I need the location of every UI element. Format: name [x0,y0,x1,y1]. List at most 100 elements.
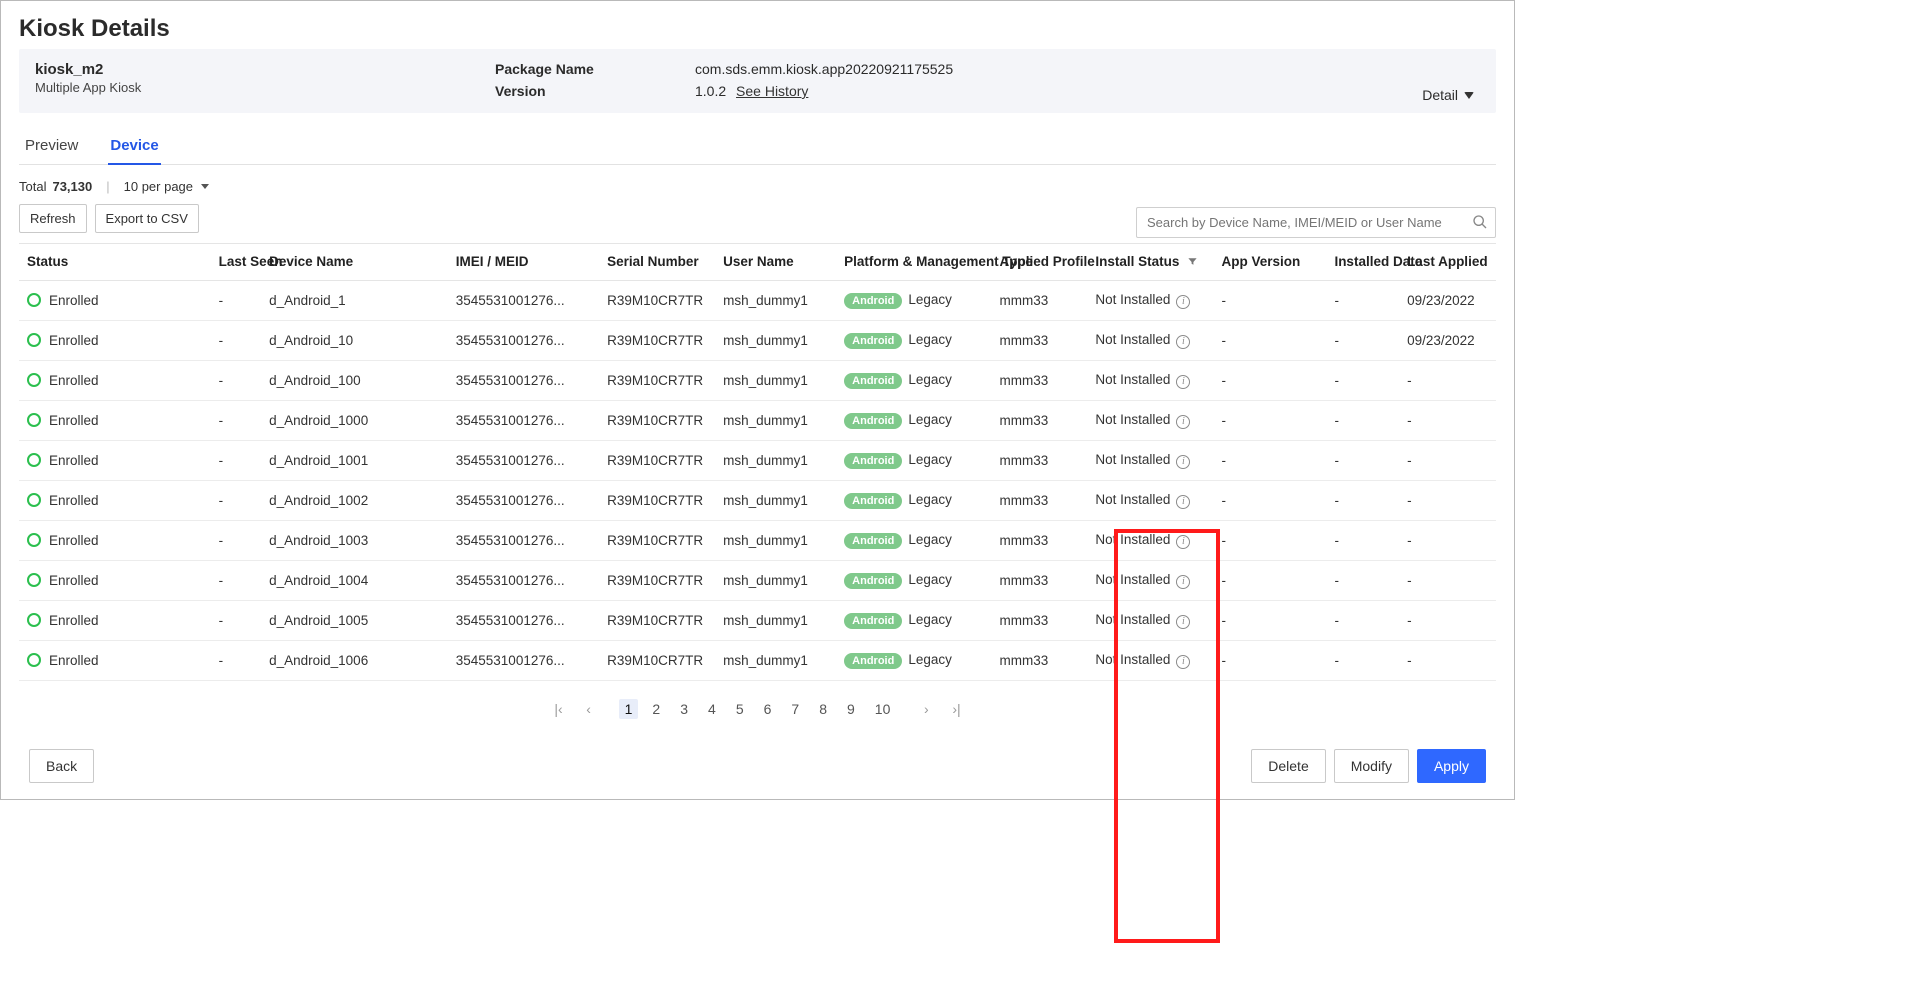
export-csv-button[interactable]: Export to CSV [95,204,199,233]
table-row[interactable]: Enrolled-d_Android_10053545531001276...R… [19,600,1496,640]
table-row[interactable]: Enrolled-d_Android_1003545531001276...R3… [19,360,1496,400]
pagination: |‹ ‹ 123456789 10 › ›| [19,699,1496,719]
search-input[interactable] [1136,207,1496,238]
info-icon[interactable]: i [1176,415,1190,429]
table-row[interactable]: Enrolled-d_Android_10033545531001276...R… [19,520,1496,560]
cell-app-version: - [1213,440,1326,480]
table-row[interactable]: Enrolled-d_Android_13545531001276...R39M… [19,280,1496,320]
per-page-dropdown[interactable]: 10 per page [124,179,209,194]
info-icon[interactable]: i [1176,495,1190,509]
col-device-name[interactable]: Device Name [261,244,448,281]
modify-button[interactable]: Modify [1334,749,1409,783]
table-row[interactable]: Enrolled-d_Android_10003545531001276...R… [19,400,1496,440]
tab-device[interactable]: Device [108,131,160,164]
col-installed-date[interactable]: Installed Date [1326,244,1399,281]
cell-app-version: - [1213,400,1326,440]
status-text: Enrolled [49,573,99,588]
cell-profile: mmm33 [992,560,1088,600]
cell-imei: 3545531001276... [448,520,599,560]
cell-installed-date: - [1326,440,1399,480]
cell-device-name: d_Android_1 [261,280,448,320]
col-app-version[interactable]: App Version [1213,244,1326,281]
table-row[interactable]: Enrolled-d_Android_10013545531001276...R… [19,440,1496,480]
status-indicator-icon [27,493,41,507]
page-7[interactable]: 7 [785,699,805,719]
page-next[interactable]: › [916,699,936,719]
col-status[interactable]: Status [19,244,211,281]
filter-icon[interactable] [1187,255,1198,270]
col-install-status[interactable]: Install Status [1087,244,1213,281]
cell-last-seen: - [211,400,261,440]
delete-button[interactable]: Delete [1251,749,1325,783]
info-icon[interactable]: i [1176,335,1190,349]
info-icon[interactable]: i [1176,535,1190,549]
cell-imei: 3545531001276... [448,640,599,680]
chevron-down-icon [201,184,209,189]
page-10[interactable]: 10 [869,699,897,719]
status-indicator-icon [27,453,41,467]
page-title: Kiosk Details [19,15,1496,43]
cell-profile: mmm33 [992,400,1088,440]
cell-device-name: d_Android_1002 [261,480,448,520]
col-imei[interactable]: IMEI / MEID [448,244,599,281]
back-button[interactable]: Back [29,749,94,783]
status-indicator-icon [27,293,41,307]
tab-preview[interactable]: Preview [23,131,80,164]
status-text: Enrolled [49,413,99,428]
cell-last-applied: - [1399,400,1496,440]
cell-platform: AndroidLegacy [836,280,991,320]
refresh-button[interactable]: Refresh [19,204,87,233]
platform-badge: Android [844,413,902,429]
search-icon[interactable] [1472,214,1488,233]
col-profile[interactable]: Applied Profile [992,244,1088,281]
info-icon[interactable]: i [1176,575,1190,589]
cell-user: msh_dummy1 [715,600,836,640]
see-history-link[interactable]: See History [736,83,808,99]
table-header-row: Status Last Seen Device Name IMEI / MEID… [19,244,1496,281]
cell-profile: mmm33 [992,360,1088,400]
info-icon[interactable]: i [1176,655,1190,669]
status-indicator-icon [27,533,41,547]
page-last[interactable]: ›| [946,699,966,719]
info-icon[interactable]: i [1176,375,1190,389]
page-1[interactable]: 1 [619,699,639,719]
table-row[interactable]: Enrolled-d_Android_10063545531001276...R… [19,640,1496,680]
col-last-seen[interactable]: Last Seen [211,244,261,281]
table-row[interactable]: Enrolled-d_Android_10043545531001276...R… [19,560,1496,600]
page-5[interactable]: 5 [730,699,750,719]
cell-profile: mmm33 [992,440,1088,480]
page-8[interactable]: 8 [813,699,833,719]
cell-last-seen: - [211,520,261,560]
cell-device-name: d_Android_1006 [261,640,448,680]
cell-installed-date: - [1326,360,1399,400]
info-icon[interactable]: i [1176,295,1190,309]
cell-platform: AndroidLegacy [836,640,991,680]
col-last-applied[interactable]: Last Applied [1399,244,1496,281]
page-9[interactable]: 9 [841,699,861,719]
table-row[interactable]: Enrolled-d_Android_10023545531001276...R… [19,480,1496,520]
page-first[interactable]: |‹ [548,699,568,719]
info-icon[interactable]: i [1176,455,1190,469]
platform-badge: Android [844,493,902,509]
cell-installed-date: - [1326,560,1399,600]
page-3[interactable]: 3 [674,699,694,719]
cell-install-status: Not Installedi [1087,560,1213,600]
cell-app-version: - [1213,320,1326,360]
col-user[interactable]: User Name [715,244,836,281]
cell-profile: mmm33 [992,280,1088,320]
page-4[interactable]: 4 [702,699,722,719]
detail-toggle[interactable]: Detail [1422,87,1474,103]
cell-install-status: Not Installedi [1087,280,1213,320]
table-row[interactable]: Enrolled-d_Android_103545531001276...R39… [19,320,1496,360]
page-6[interactable]: 6 [758,699,778,719]
col-serial[interactable]: Serial Number [599,244,715,281]
cell-install-status: Not Installedi [1087,440,1213,480]
page-2[interactable]: 2 [646,699,666,719]
page-prev[interactable]: ‹ [579,699,599,719]
info-icon[interactable]: i [1176,615,1190,629]
cell-install-status: Not Installedi [1087,320,1213,360]
col-platform[interactable]: Platform & Management Type [836,244,991,281]
apply-button[interactable]: Apply [1417,749,1486,783]
cell-imei: 3545531001276... [448,600,599,640]
toolbar: Total 73,130 | 10 per page [19,179,1496,194]
